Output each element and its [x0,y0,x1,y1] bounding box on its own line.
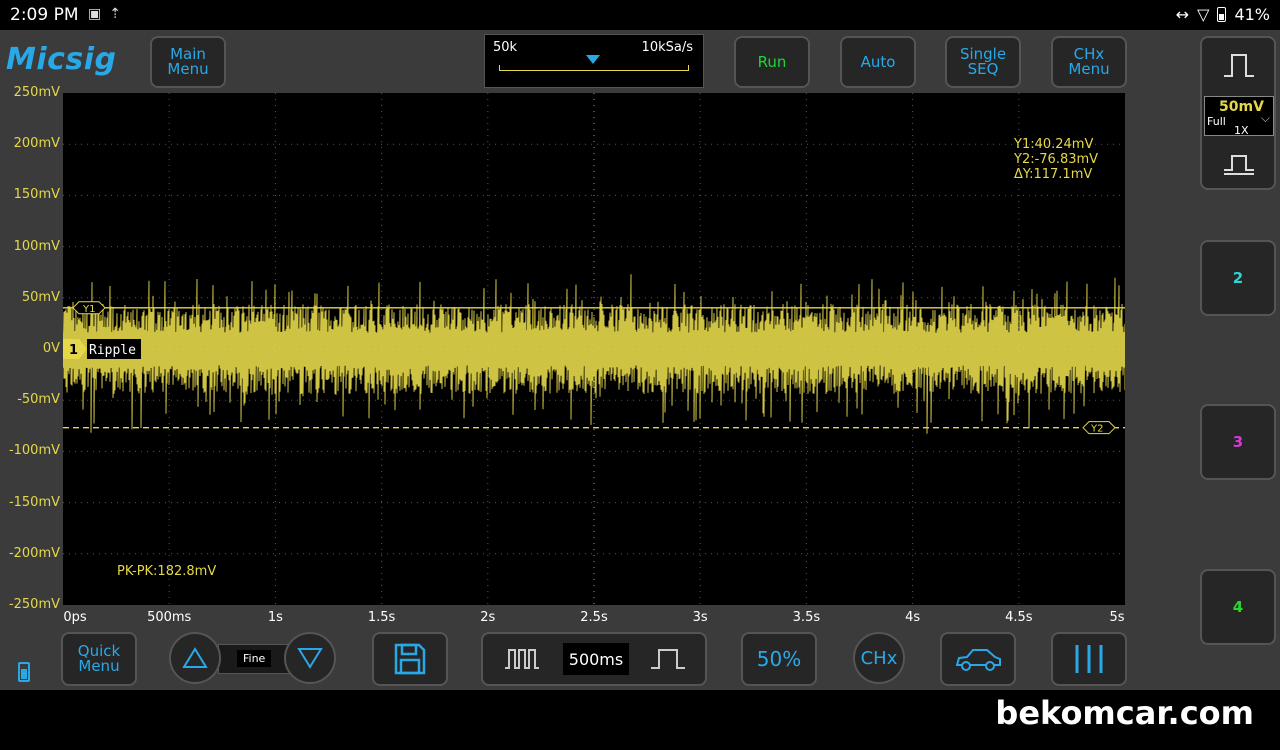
y-axis-label: 250mV [13,85,60,100]
run-button[interactable]: Run [734,36,810,88]
brand-logo: Micsig [6,42,117,77]
floppy-disk-icon [394,643,426,675]
status-right: ↔ ▽ 41% [1176,5,1270,24]
cursor-y2-label: Y2 [1090,424,1103,435]
timebase-decrease-icon[interactable] [503,646,541,672]
quick-menu-button[interactable]: Quick Menu [61,632,137,686]
pk-pk-measurement: PK-PK:182.8mV [117,564,217,579]
channel-1-label: Ripple [89,343,136,358]
cursor-delta-value: ΔY:117.1mV [1014,167,1093,182]
x-axis-label: 4s [905,610,921,625]
volts-per-div: 50mV [1219,99,1264,115]
channel-3-label: 3 [1232,433,1244,451]
chevron-down-icon[interactable]: ⌵ [1261,111,1270,126]
channel-4-button[interactable]: 4 [1200,569,1276,645]
cursor-y1-label: Y1 [82,304,95,315]
wifi-icon: ▽ [1197,5,1210,24]
menu-bars-button[interactable] [1051,632,1127,686]
save-button[interactable] [372,632,448,686]
status-notification-icons: ▣⇡ [88,6,129,22]
waveform-svg[interactable]: Y1 Y2 1 Ripple [63,93,1125,605]
channel-1-panel[interactable]: 50mV Full 1X ⌵ [1200,36,1276,190]
bandwidth-label: Full [1207,115,1226,128]
x-axis-label: 1s [267,610,283,625]
image-icon: ▣ [88,6,110,22]
upload-icon: ⇡ [109,6,129,22]
chx-menu-button[interactable]: CHx Menu [1051,36,1127,88]
y-axis-label: 50mV [21,289,60,305]
watermark: bekomcar.com [995,694,1254,732]
channel-1-waveform [63,274,1125,434]
x-axis-label: 0ps [63,610,87,625]
channel-3-button[interactable]: 3 [1200,404,1276,480]
fine-label[interactable]: Fine [237,650,272,667]
x-axis-label: 5s [1109,610,1125,625]
x-axis-label: 2s [480,610,496,625]
timebase-slider[interactable] [499,65,689,71]
y-axis-label: 200mV [13,136,60,152]
triangle-up-icon [182,647,208,668]
auto-mode-button[interactable] [940,632,1016,686]
cursor-y2-value: Y2:-76.83mV [1014,152,1099,167]
single-seq-button[interactable]: Single SEQ [945,36,1021,88]
memory-depth: 50k [493,40,518,55]
arrow-down-button[interactable] [284,632,336,684]
y-axis-label: -100mV [8,443,60,459]
fifty-percent-button[interactable]: 50% [741,632,817,686]
cursor-y1-value: Y1:40.24mV [1014,137,1094,152]
link-icon: ↔ [1175,5,1190,24]
vertical-bars-icon [1075,645,1103,673]
auto-button[interactable]: Auto [840,36,916,88]
triangle-down-icon [297,648,323,669]
y-axis-label: -200mV [8,545,60,561]
channel-1-marker-number: 1 [69,343,78,358]
y-axis-label: 150mV [13,187,60,203]
timebase-panel[interactable]: 50k 10kSa/s [484,34,704,88]
y-axis-label: -250mV [8,597,60,612]
footer: bekomcar.com [0,690,1280,750]
pulse-down-icon[interactable] [1222,150,1256,176]
x-axis-label: 4.5s [1005,610,1033,625]
cursor-measurements: Y1:40.24mV Y2:-76.83mV ΔY:117.1mV [1014,137,1098,182]
x-axis-label: 500ms [147,610,192,625]
status-time: 2:09 PM [10,5,79,25]
channel-2-button[interactable]: 2 [1200,240,1276,316]
oscilloscope-app: Micsig Main Menu 50k 10kSa/s Run Auto Si… [0,30,1280,690]
probe-ratio: 1X [1234,124,1249,137]
main-menu-button[interactable]: Main Menu [150,36,226,88]
channel-2-label: 2 [1232,269,1244,287]
y-axis-label: 0V [42,341,60,356]
x-axis-label: 2.5s [580,610,608,625]
x-axis-label: 1.5s [367,610,396,625]
car-icon [955,649,1001,671]
y-axis-label: -50mV [17,392,60,408]
status-bar: 2:09 PM ▣⇡ ↔ ▽ 41% [0,0,1280,30]
battery-icon [1217,7,1227,22]
timebase-increase-icon[interactable] [649,646,687,672]
trigger-position-marker[interactable] [586,55,600,64]
channel-1-scale[interactable]: 50mV Full 1X ⌵ [1204,96,1274,137]
x-axis-label: 3s [692,610,708,625]
pulse-up-icon[interactable] [1222,52,1256,78]
sample-rate: 10kSa/s [641,40,693,55]
battery-percent: 41% [1234,5,1270,24]
y-axis-label: 100mV [13,238,60,254]
device-battery-icon [18,662,30,682]
waveform-display[interactable]: Y1 Y2 1 Ripple Y1:40.24mV Y2:-76.83mV ΔY:11… [63,93,1125,605]
y-axis-label: -150mV [8,494,60,510]
x-axis-label: 3.5s [792,610,821,625]
timebase-value[interactable]: 500ms [563,643,629,675]
channel-4-label: 4 [1232,598,1244,616]
arrow-up-button[interactable] [169,632,221,684]
chx-label: CHx [860,647,898,669]
chx-button[interactable]: CHx [853,632,905,684]
